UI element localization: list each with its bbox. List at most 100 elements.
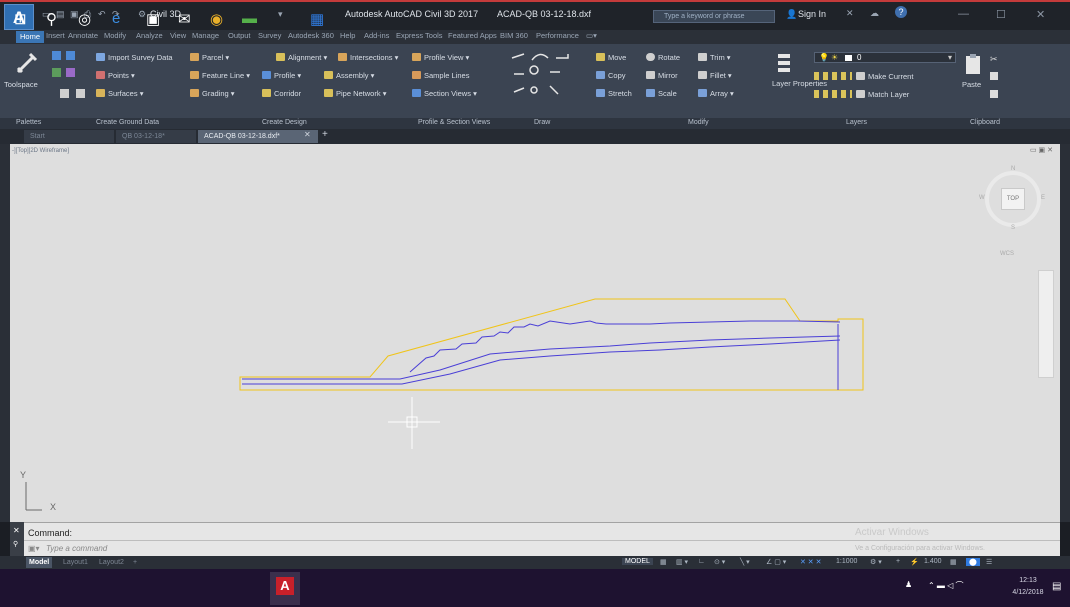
tab-featured-apps[interactable]: Featured Apps: [448, 31, 497, 40]
stretch-button[interactable]: Stretch: [596, 89, 632, 98]
section-views-button[interactable]: Section Views ▾: [412, 89, 477, 98]
autocad-taskbar-icon[interactable]: A: [276, 577, 294, 595]
panel-create-ground-data[interactable]: Create Ground Data: [96, 119, 159, 126]
rotate-button[interactable]: Rotate: [646, 53, 680, 62]
survey-icon[interactable]: [52, 68, 61, 77]
help-icon[interactable]: ?: [895, 6, 907, 18]
panel-palettes[interactable]: Palettes: [16, 119, 41, 126]
cut-icon[interactable]: ✂: [990, 54, 998, 65]
tab-bim-360[interactable]: BIM 360: [500, 31, 528, 40]
tray-icons[interactable]: ⌃ ▬ ◁ ⌒: [928, 580, 964, 591]
viewcube-south[interactable]: S: [1011, 225, 1015, 231]
tab-manage[interactable]: Manage: [192, 31, 219, 40]
file-explorer-icon[interactable]: ▬: [242, 10, 257, 27]
settings-icon[interactable]: [66, 51, 75, 60]
move-button[interactable]: Move: [596, 53, 626, 62]
doc-tab-start[interactable]: Start: [24, 130, 114, 143]
snap-icon[interactable]: ▥ ▾: [676, 558, 688, 566]
array-button[interactable]: Array ▾: [698, 89, 734, 98]
minimize-icon[interactable]: —: [958, 8, 969, 20]
tab-express-tools[interactable]: Express Tools: [396, 31, 443, 40]
layer-tools-row-1[interactable]: [814, 72, 852, 80]
taskbar-time[interactable]: 12:13: [1010, 577, 1046, 584]
tab-help[interactable]: Help: [340, 31, 355, 40]
undo-icon[interactable]: ↶: [98, 9, 106, 20]
doc-tab-qb[interactable]: QB 03-12-18*: [116, 130, 196, 143]
model-space-toggle[interactable]: MODEL: [622, 558, 653, 565]
units-icon[interactable]: ⚡: [910, 558, 919, 566]
intersections-button[interactable]: Intersections ▾: [338, 53, 398, 62]
layout-tab-model[interactable]: Model: [26, 557, 53, 568]
annotation-visibility-icon[interactable]: ✕ ✕ ✕: [800, 558, 822, 566]
trim-button[interactable]: Trim ▾: [698, 53, 731, 62]
close-command-icon[interactable]: ✕: [13, 526, 20, 535]
alignment-button[interactable]: Alignment ▾: [276, 53, 327, 62]
prospector-icon[interactable]: [52, 51, 61, 60]
panel-layers[interactable]: Layers: [846, 119, 867, 126]
layer-properties-icon[interactable]: [776, 52, 792, 74]
make-current-button[interactable]: Make Current: [856, 72, 913, 81]
points-button[interactable]: Points ▾: [96, 71, 135, 80]
fillet-button[interactable]: Fillet ▾: [698, 71, 732, 80]
toolspace-icon[interactable]: [14, 50, 40, 76]
corridor-button[interactable]: Corridor: [262, 89, 301, 98]
open-icon[interactable]: ▤: [56, 9, 65, 20]
copy-clip-icon[interactable]: [990, 72, 998, 80]
osnap-icon[interactable]: ∠ ▢ ▾: [766, 558, 786, 566]
isolate-objects-icon[interactable]: ⬤: [966, 558, 980, 566]
task-view-icon[interactable]: ◎: [78, 10, 91, 28]
close-tab-icon[interactable]: ✕: [304, 130, 311, 139]
a360-icon[interactable]: ☁: [870, 8, 879, 19]
viewport-window-controls[interactable]: ▭ ▣ ✕: [1030, 146, 1053, 154]
toolbox-icon[interactable]: [66, 68, 75, 77]
mirror-button[interactable]: Mirror: [646, 71, 678, 80]
precision-value[interactable]: 1.400: [924, 558, 942, 565]
command-input[interactable]: Type a command: [46, 544, 107, 553]
viewcube-east[interactable]: E: [1041, 195, 1045, 201]
parcel-button[interactable]: Parcel ▾: [190, 53, 229, 62]
sample-lines-button[interactable]: Sample Lines: [412, 71, 469, 80]
scale-button[interactable]: Scale: [646, 89, 677, 98]
store-icon[interactable]: ▣: [146, 10, 160, 28]
edge-browser-icon[interactable]: e: [112, 10, 120, 27]
viewcube-west[interactable]: W: [979, 195, 985, 201]
search-input[interactable]: Type a keyword or phrase: [653, 10, 775, 23]
search-icon[interactable]: ⚲: [46, 10, 57, 28]
profile-button[interactable]: Profile ▾: [262, 71, 301, 80]
layout-tab-layout2[interactable]: Layout2: [96, 557, 127, 568]
viewcube-top[interactable]: TOP: [1001, 188, 1025, 210]
right-tool-palette[interactable]: [1060, 144, 1070, 522]
doc-tab-acad-qb[interactable]: ACAD-QB 03-12-18.dxf*: [198, 130, 318, 143]
sign-in-button[interactable]: Sign In: [798, 9, 826, 19]
layout-tab-layout1[interactable]: Layout1: [60, 557, 91, 568]
tab-survey[interactable]: Survey: [258, 31, 281, 40]
profile-view-button[interactable]: Profile View ▾: [412, 53, 469, 62]
import-survey-data-button[interactable]: Import Survey Data: [96, 53, 173, 62]
viewcube-north[interactable]: N: [1011, 166, 1015, 172]
tab-annotate[interactable]: Annotate: [68, 31, 98, 40]
grading-button[interactable]: Grading ▾: [190, 89, 235, 98]
layer-tools-row-2[interactable]: [814, 90, 852, 98]
assembly-button[interactable]: Assembly ▾: [324, 71, 374, 80]
wcs-menu[interactable]: WCS: [1000, 251, 1014, 257]
feature-line-button[interactable]: Feature Line ▾: [190, 71, 250, 80]
layout-tab-add[interactable]: +: [130, 557, 140, 568]
chrome-icon[interactable]: ◉: [210, 10, 223, 28]
annotation-monitor-icon[interactable]: +: [896, 558, 900, 565]
ortho-icon[interactable]: ∟: [698, 558, 705, 565]
match-layer-button[interactable]: Match Layer: [856, 90, 909, 99]
grid-icon[interactable]: ▦: [660, 558, 667, 566]
tab-analyze[interactable]: Analyze: [136, 31, 163, 40]
panel-create-design[interactable]: Create Design: [262, 119, 307, 126]
paste-button[interactable]: Paste: [962, 80, 981, 89]
tab-add-ins[interactable]: Add-ins: [364, 31, 389, 40]
panel-modify[interactable]: Modify: [688, 119, 709, 126]
close-icon[interactable]: ✕: [1036, 8, 1045, 21]
palette-icon[interactable]: [76, 89, 85, 98]
navigation-bar[interactable]: [1038, 270, 1054, 378]
tab-autodesk-360[interactable]: Autodesk 360: [288, 31, 334, 40]
paste-icon[interactable]: [964, 52, 982, 76]
app-taskbar-icon[interactable]: ▦: [310, 10, 324, 28]
new-tab-icon[interactable]: +: [322, 129, 328, 140]
tab-performance[interactable]: Performance: [536, 31, 579, 40]
